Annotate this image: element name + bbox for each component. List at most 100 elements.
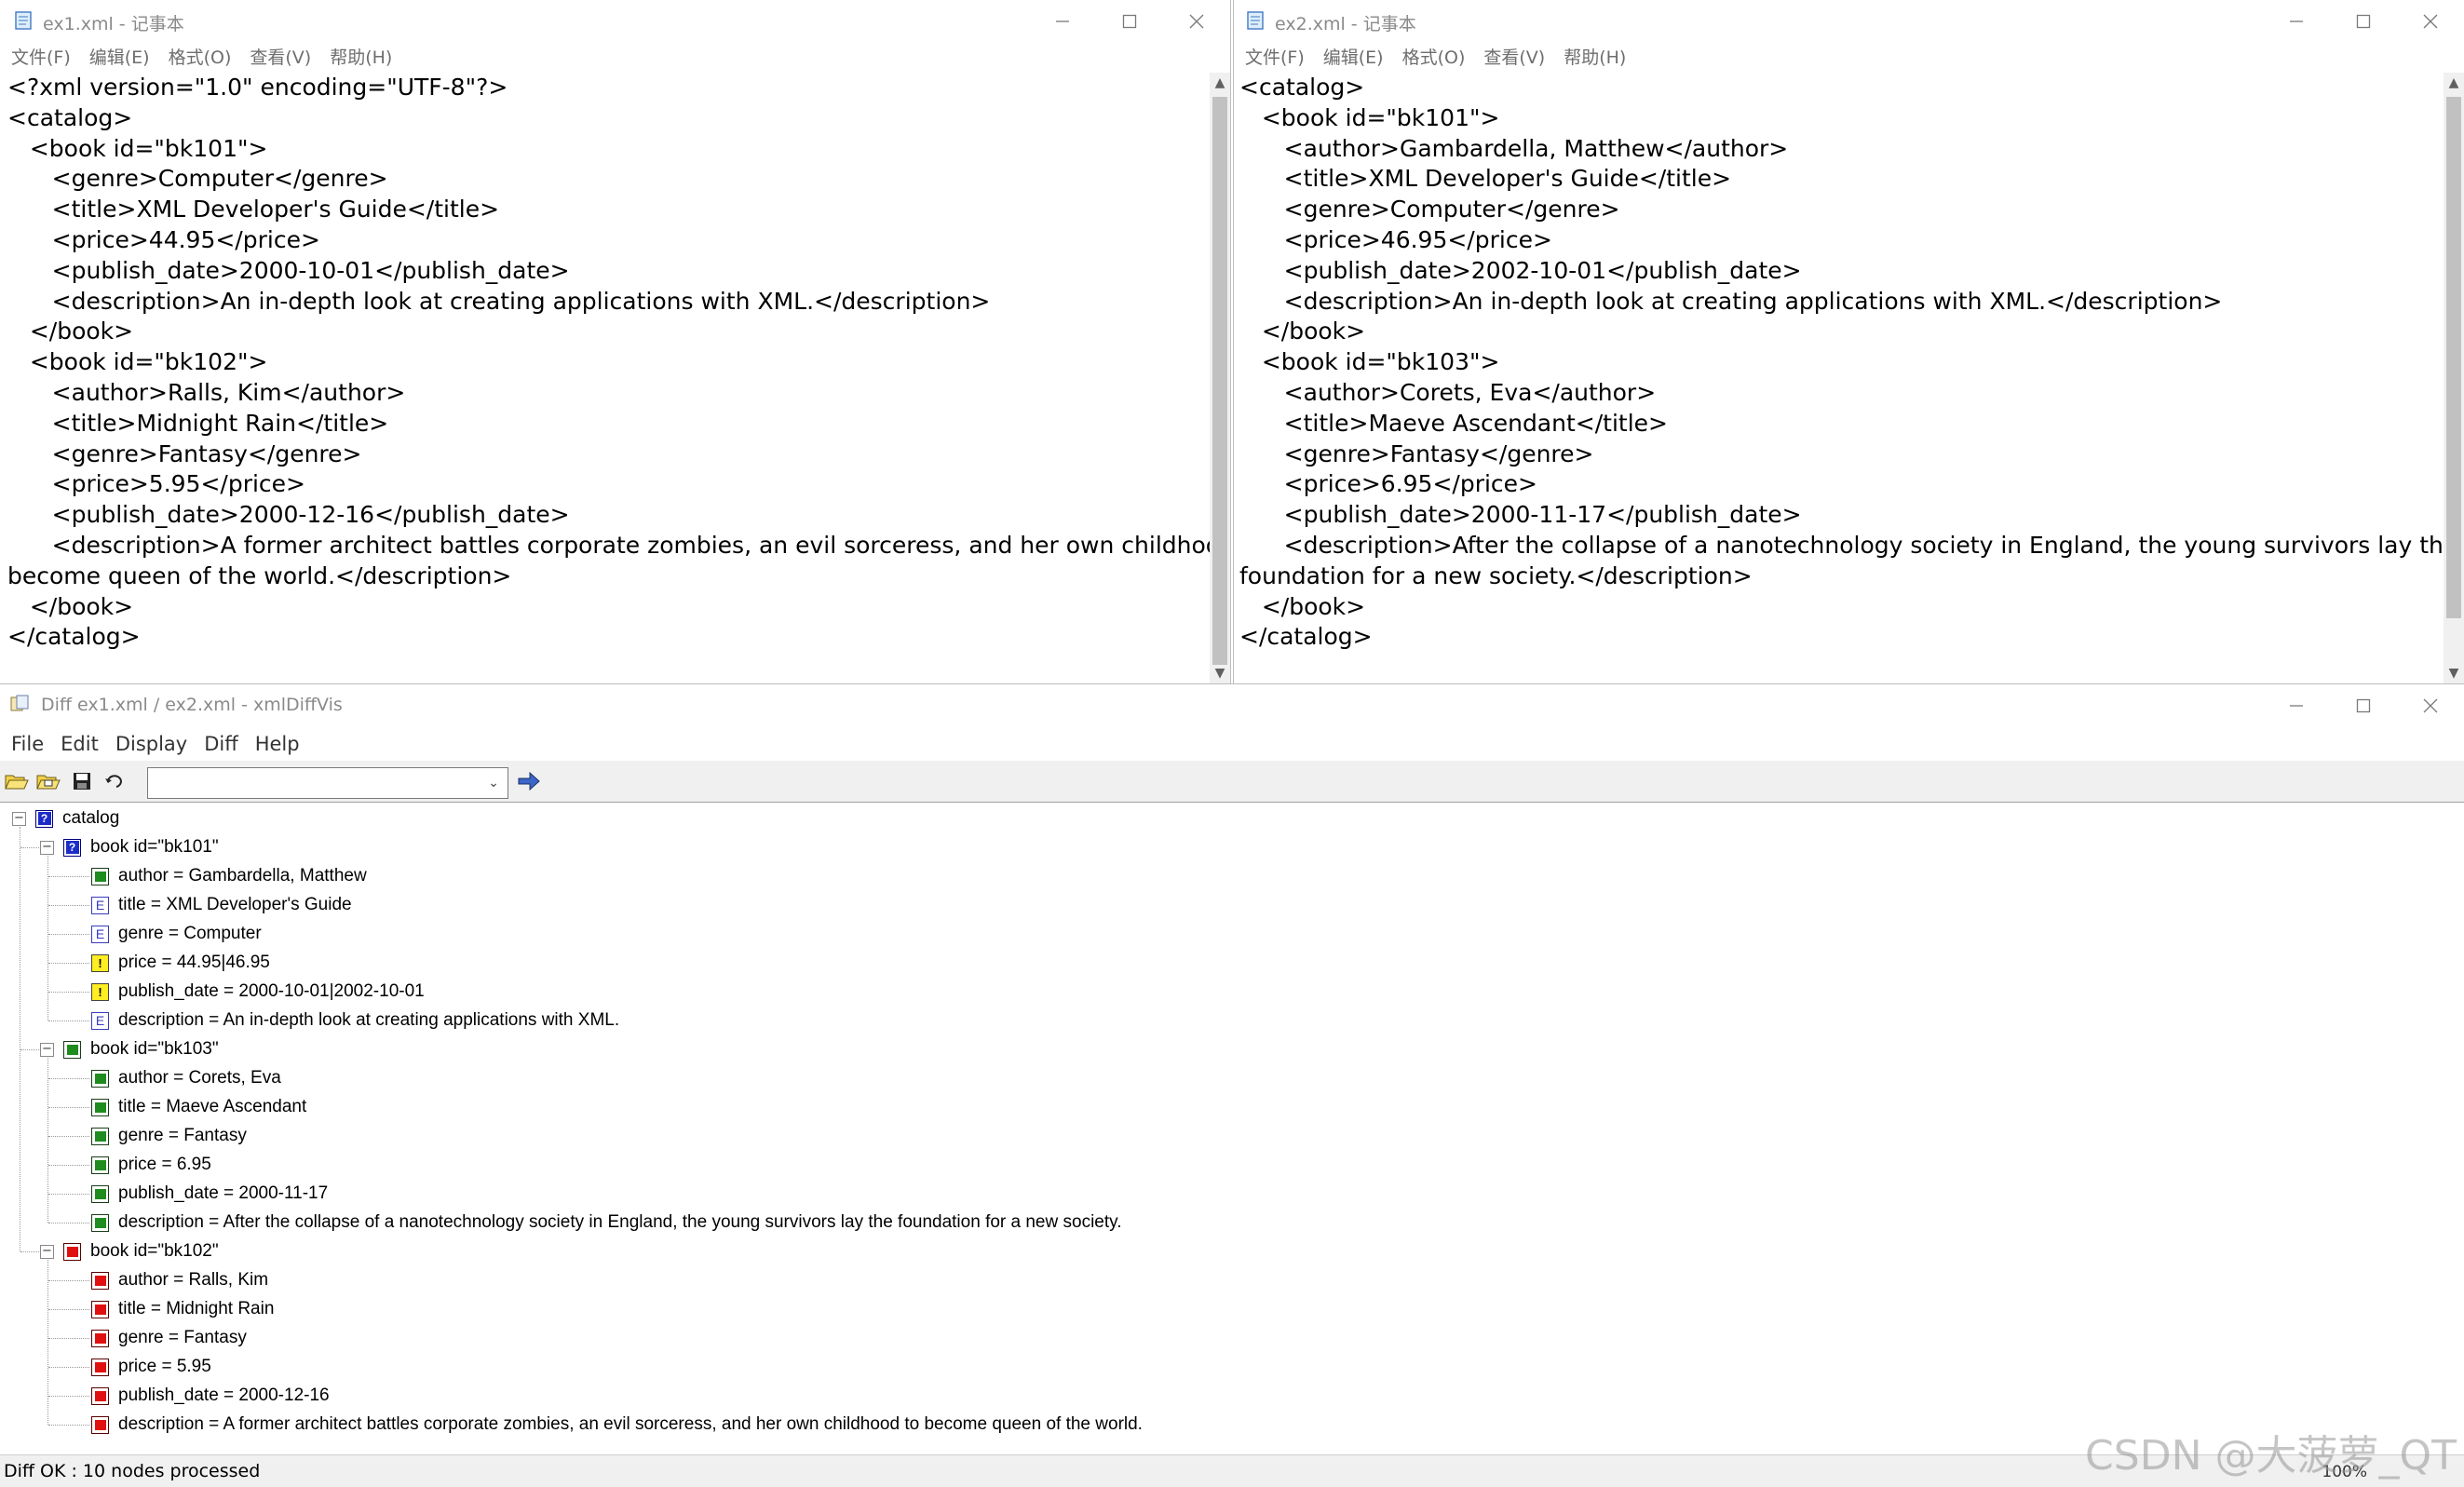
collapse-toggle-icon[interactable]: − xyxy=(12,812,26,826)
tree-connector xyxy=(48,992,89,993)
tree-connector xyxy=(48,1396,89,1397)
menu-view[interactable]: 查看(V) xyxy=(1483,43,1545,73)
scroll-thumb[interactable] xyxy=(2446,97,2461,618)
tree-leaf-node[interactable]: genre = Fantasy xyxy=(91,1122,247,1150)
scroll-down-icon[interactable]: ▼ xyxy=(2444,663,2464,683)
added-node-icon xyxy=(91,1127,109,1145)
scroll-thumb[interactable] xyxy=(1212,97,1227,665)
close-icon xyxy=(1189,14,1204,29)
tree-connector xyxy=(20,1251,39,1252)
xmldiffvis-app-icon xyxy=(10,695,29,711)
tree-leaf-node[interactable]: publish_date = 2000-12-16 xyxy=(91,1382,330,1410)
close-icon xyxy=(2423,14,2438,29)
added-node-icon xyxy=(91,1098,109,1116)
code-line: <?xml version="1.0" encoding="UTF-8"?> xyxy=(7,74,508,101)
tree-leaf-node[interactable]: price = 6.95 xyxy=(91,1151,211,1179)
menu-display[interactable]: Display xyxy=(115,727,187,761)
menu-help[interactable]: Help xyxy=(255,727,300,761)
save-button[interactable] xyxy=(69,768,95,794)
title-bar[interactable]: Diff ex1.xml / ex2.xml - xmlDiffVis xyxy=(0,684,2464,727)
close-button[interactable] xyxy=(2397,684,2464,727)
tree-leaf-node[interactable]: ! publish_date = 2000-10-01|2002-10-01 xyxy=(91,978,425,1006)
title-bar[interactable]: ex1.xml - 记事本 xyxy=(0,0,1230,43)
collapse-toggle-icon[interactable]: − xyxy=(40,841,54,855)
menu-file[interactable]: File xyxy=(11,727,44,761)
node-label: catalog xyxy=(62,808,120,828)
go-button[interactable] xyxy=(516,768,542,794)
menu-view[interactable]: 查看(V) xyxy=(250,43,311,73)
node-label: price = 44.95|46.95 xyxy=(118,953,270,972)
scroll-up-icon[interactable]: ▲ xyxy=(1210,73,1230,93)
tree-node-book[interactable]: book id="bk102" xyxy=(63,1237,219,1265)
tree-leaf-node[interactable]: title = Maeve Ascendant xyxy=(91,1093,306,1121)
maximize-button[interactable] xyxy=(1096,0,1163,43)
undo-button[interactable] xyxy=(101,768,127,794)
menu-edit[interactable]: 编辑(E) xyxy=(1323,43,1384,73)
node-label: title = Maeve Ascendant xyxy=(118,1097,307,1116)
tree-connector xyxy=(48,876,89,877)
code-line: <price>5.95</price> xyxy=(7,470,305,498)
tree-connector xyxy=(48,1367,89,1368)
tree-leaf-node[interactable]: genre = Fantasy xyxy=(91,1324,247,1352)
path-combo[interactable]: ⌄ xyxy=(147,767,508,799)
tree-leaf-node[interactable]: author = Ralls, Kim xyxy=(91,1266,268,1294)
menu-help[interactable]: 帮助(H) xyxy=(1564,43,1626,73)
changed-node-icon: ? xyxy=(63,838,81,857)
menu-help[interactable]: 帮助(H) xyxy=(330,43,392,73)
menu-file[interactable]: 文件(F) xyxy=(1245,43,1305,73)
tree-leaf-node[interactable]: Edescription = An in-depth look at creat… xyxy=(91,1007,619,1034)
minimize-button[interactable] xyxy=(2263,684,2330,727)
node-label: author = Gambardella, Matthew xyxy=(118,866,367,885)
close-button[interactable] xyxy=(2397,0,2464,43)
menu-file[interactable]: 文件(F) xyxy=(11,43,71,73)
title-bar[interactable]: ex2.xml - 记事本 xyxy=(1234,0,2464,43)
menu-format[interactable]: 格式(O) xyxy=(1402,43,1466,73)
collapse-toggle-icon[interactable]: − xyxy=(40,1245,54,1259)
diff-tree-view[interactable]: −? catalog −? book id="bk101" author = Gamba… xyxy=(0,802,2464,1455)
open-second-file-button[interactable] xyxy=(35,768,61,794)
open-file-button[interactable] xyxy=(4,768,30,794)
tree-leaf-node[interactable]: Egenre = Computer xyxy=(91,920,262,948)
code-line: <book id="bk101"> xyxy=(1239,103,1500,131)
menu-diff[interactable]: Diff xyxy=(204,727,237,761)
maximize-button[interactable] xyxy=(2330,0,2397,43)
text-editor[interactable]: <?xml version="1.0" encoding="UTF-8"?> <c… xyxy=(0,73,1230,683)
vertical-scrollbar[interactable]: ▲ ▼ xyxy=(1210,73,1230,683)
tree-leaf-node[interactable]: ! price = 44.95|46.95 xyxy=(91,949,270,977)
added-node-icon xyxy=(63,1040,81,1059)
added-node-icon xyxy=(91,1184,109,1203)
vertical-scrollbar[interactable]: ▲ ▼ xyxy=(2444,73,2464,683)
scroll-up-icon[interactable]: ▲ xyxy=(2444,73,2464,93)
menu-edit[interactable]: 编辑(E) xyxy=(89,43,150,73)
code-line: <title>XML Developer's Guide</title> xyxy=(1239,165,1732,193)
text-editor[interactable]: <catalog> <book id="bk101"> <author>Gamb… xyxy=(1234,73,2457,683)
maximize-button[interactable] xyxy=(2330,684,2397,727)
node-label: book id="bk103" xyxy=(90,1039,219,1059)
tree-leaf-node[interactable]: author = Gambardella, Matthew xyxy=(91,862,367,890)
minimize-button[interactable] xyxy=(2263,0,2330,43)
chevron-down-icon[interactable]: ⌄ xyxy=(483,773,504,793)
tree-leaf-node[interactable]: title = Midnight Rain xyxy=(91,1295,274,1323)
tree-leaf-node[interactable]: price = 5.95 xyxy=(91,1353,211,1381)
tree-root-catalog[interactable]: ? catalog xyxy=(35,804,119,832)
tree-node-book[interactable]: book id="bk103" xyxy=(63,1035,219,1063)
code-line: </book> xyxy=(7,318,134,345)
tree-leaf-node[interactable]: author = Corets, Eva xyxy=(91,1064,281,1092)
tree-node-book[interactable]: ? book id="bk101" xyxy=(63,833,219,861)
minimize-button[interactable] xyxy=(1029,0,1096,43)
tree-leaf-node[interactable]: description = A former architect battles… xyxy=(91,1411,1143,1439)
menu-format[interactable]: 格式(O) xyxy=(169,43,232,73)
close-button[interactable] xyxy=(1163,0,1230,43)
close-icon xyxy=(2423,698,2438,713)
node-label: title = XML Developer's Guide xyxy=(118,895,352,914)
node-label: author = Ralls, Kim xyxy=(118,1270,269,1290)
added-node-icon xyxy=(91,867,109,885)
code-line: <catalog> xyxy=(7,103,133,131)
tree-leaf-node[interactable]: description = After the collapse of a na… xyxy=(91,1209,1122,1237)
tree-leaf-node[interactable]: Etitle = XML Developer's Guide xyxy=(91,891,352,919)
equal-node-icon: E xyxy=(91,1011,109,1030)
collapse-toggle-icon[interactable]: − xyxy=(40,1043,54,1057)
tree-leaf-node[interactable]: publish_date = 2000-11-17 xyxy=(91,1180,328,1208)
menu-edit[interactable]: Edit xyxy=(61,727,99,761)
scroll-down-icon[interactable]: ▼ xyxy=(1210,663,1230,683)
